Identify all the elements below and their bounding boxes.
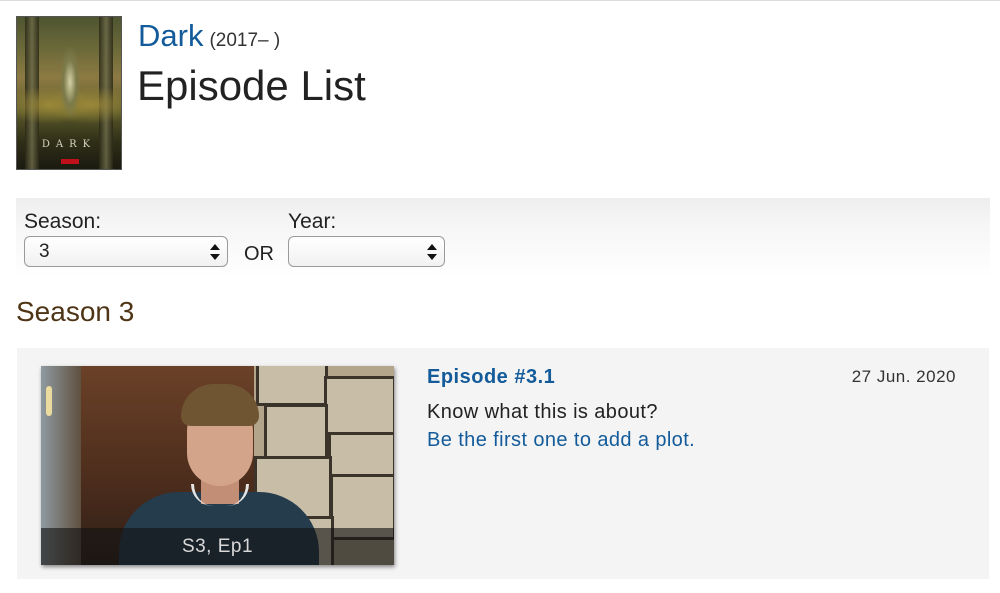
episode-air-date: 27 Jun. 2020 (851, 367, 956, 386)
page-title: Episode List (137, 62, 366, 109)
show-poster[interactable]: DARK (16, 16, 122, 170)
year-label: Year: (288, 210, 337, 233)
up-down-chevron-icon (427, 244, 437, 260)
poster-light (60, 47, 80, 117)
plot-prompt: Know what this is about? (427, 401, 658, 423)
season-heading: Season 3 (16, 296, 135, 327)
top-divider (0, 0, 1000, 1)
stone (328, 432, 394, 478)
season-select[interactable]: 3 (24, 236, 228, 267)
year-select[interactable] (288, 236, 445, 267)
stone (264, 404, 328, 460)
thumbnail-lamp (46, 386, 52, 416)
up-down-chevron-icon (210, 244, 220, 260)
stone (256, 366, 328, 406)
episode-caption: S3, Ep1 (41, 528, 394, 565)
episode-title-link[interactable]: Episode #3.1 (427, 366, 555, 389)
episode-thumbnail[interactable]: S3, Ep1 (41, 366, 394, 565)
poster-brand-logo (61, 159, 79, 164)
season-select-value: 3 (39, 241, 50, 262)
episode-list-item: S3, Ep1 Episode #3.1 27 Jun. 2020 Know w… (17, 348, 989, 579)
add-plot-link[interactable]: Be the first one to add a plot. (427, 429, 695, 452)
show-title-link[interactable]: Dark (138, 18, 203, 53)
or-label: OR (244, 243, 274, 265)
show-years: (2017– ) (209, 30, 281, 51)
show-title-row: Dark (2017– ) (138, 18, 280, 54)
poster-title-text: DARK (41, 139, 97, 150)
season-label: Season: (24, 210, 102, 233)
stone (324, 376, 394, 436)
episode-filter-bar: Season: 3 OR Year: (16, 198, 990, 278)
